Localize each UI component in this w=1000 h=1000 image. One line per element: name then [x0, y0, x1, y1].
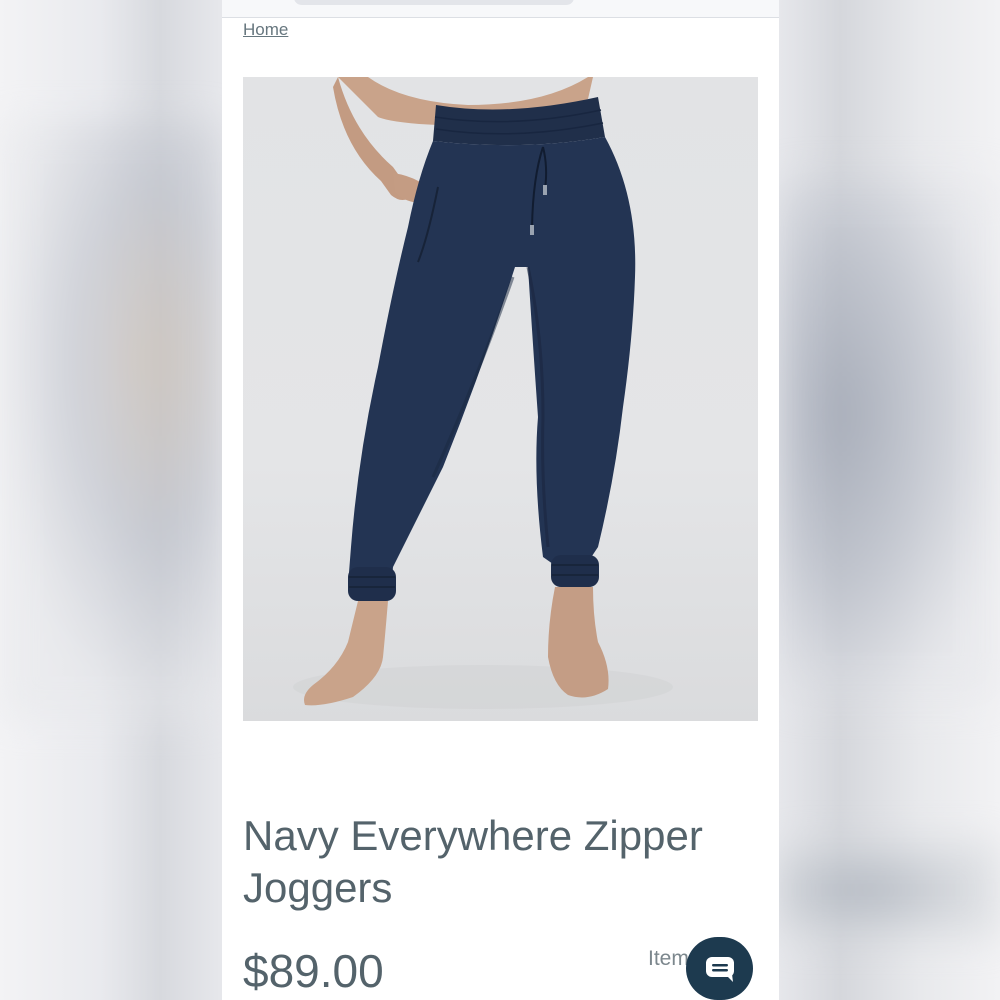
background-blur-left	[0, 120, 222, 720]
product-price: $89.00	[243, 945, 384, 997]
background-blur-bottom-right	[778, 840, 1000, 940]
product-image[interactable]	[243, 77, 758, 721]
chat-bubble-icon	[705, 956, 734, 982]
product-page: Home Navy Everywhere Zipper Joggers $89.…	[222, 0, 779, 1000]
background-blur-right	[778, 180, 1000, 700]
search-bar[interactable]	[294, 0, 574, 5]
chat-button[interactable]	[686, 937, 753, 1000]
breadcrumb-home-link[interactable]: Home	[243, 20, 288, 40]
item-number-label: Item	[648, 947, 689, 970]
product-title: Navy Everywhere Zipper Joggers	[243, 812, 703, 911]
top-bar	[222, 0, 779, 18]
joggers-illustration	[293, 77, 673, 709]
